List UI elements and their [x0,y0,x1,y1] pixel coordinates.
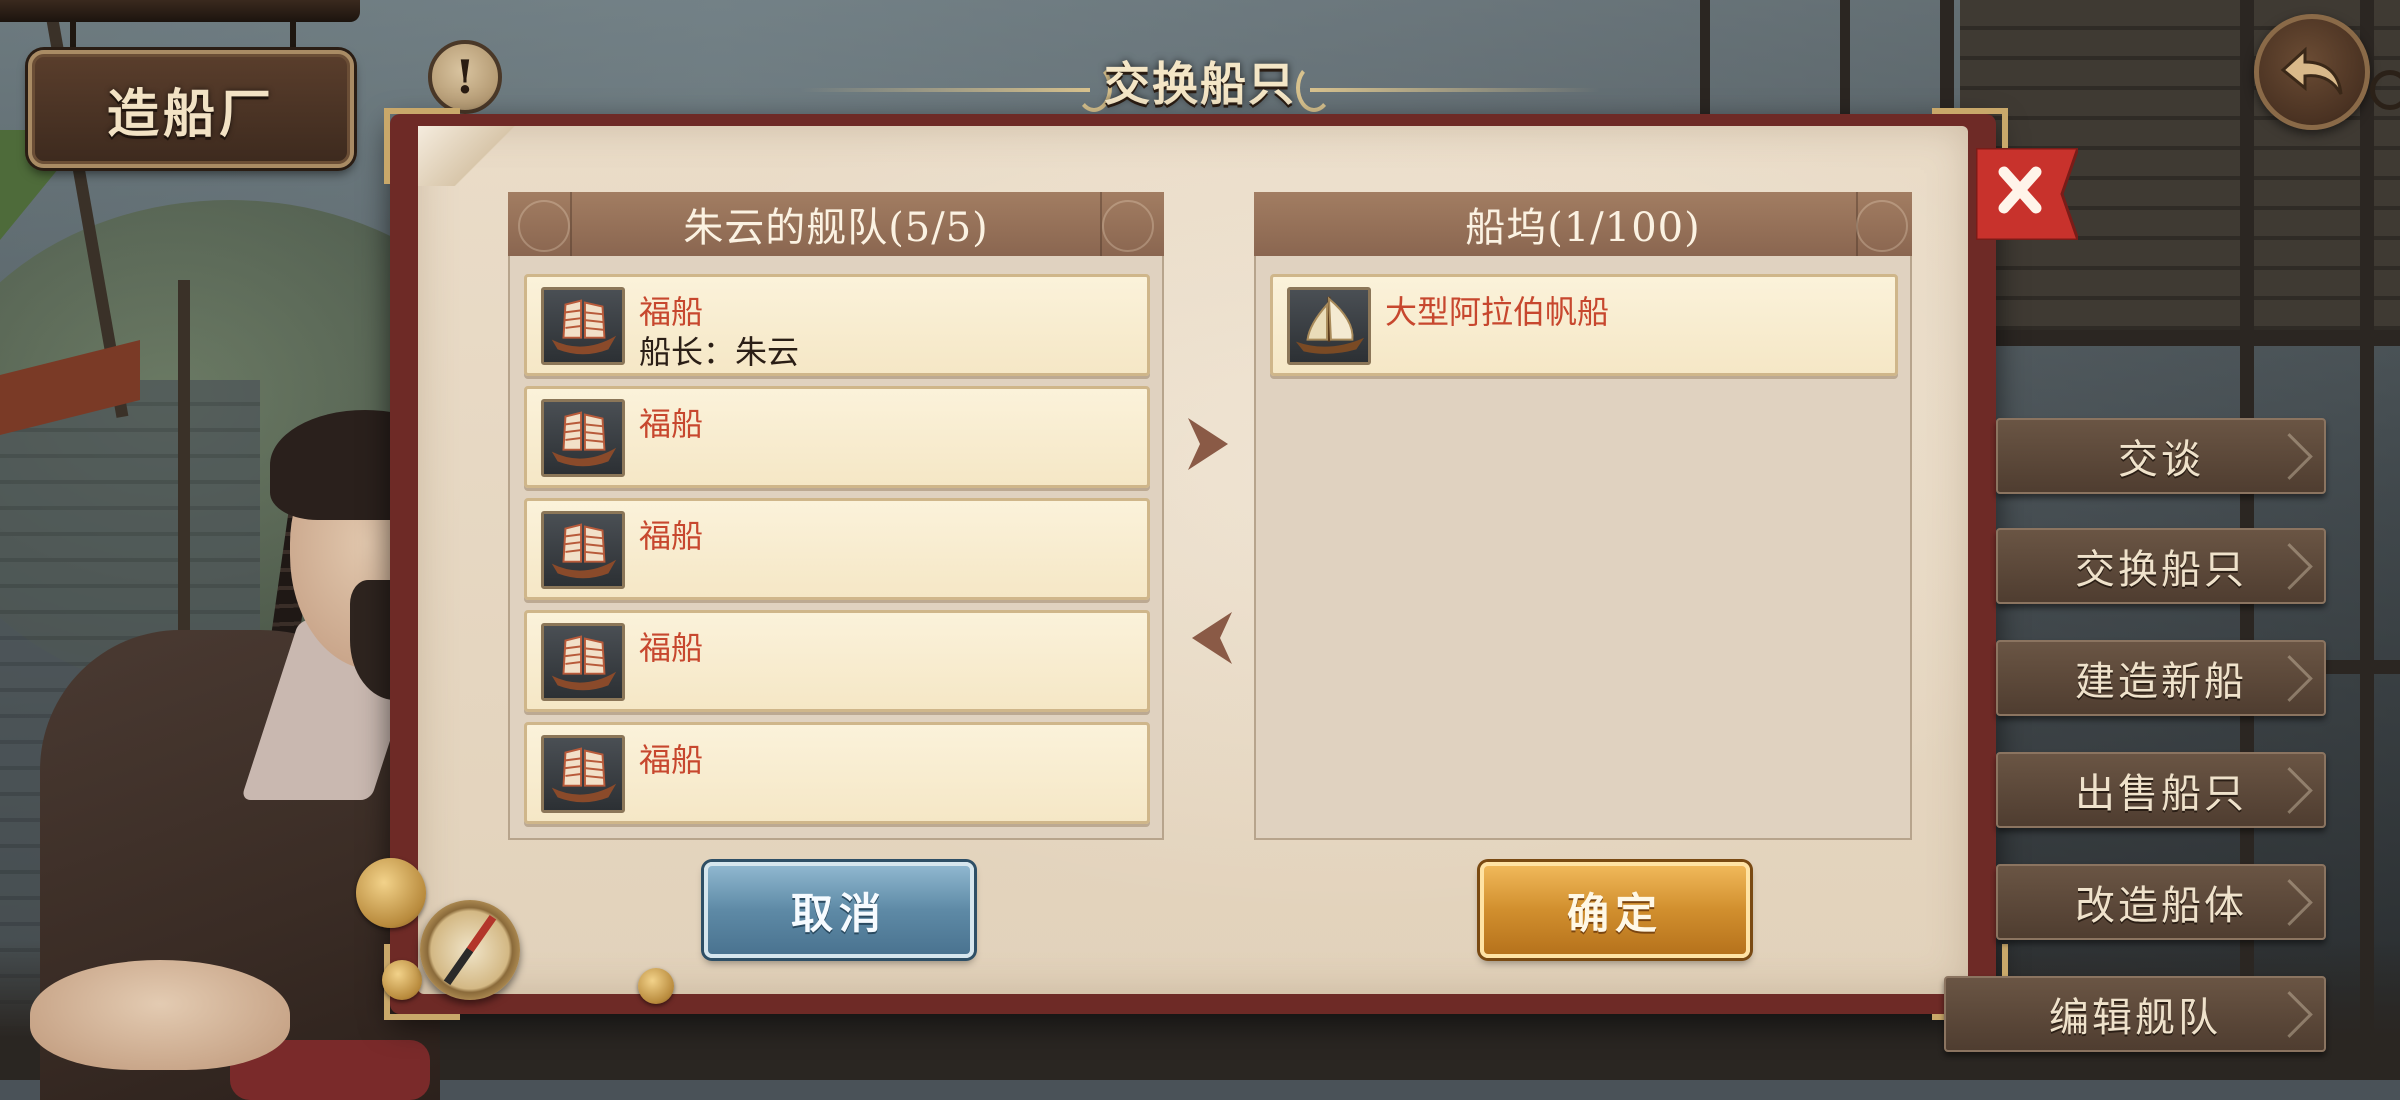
close-icon [1974,146,2081,242]
fleet-panel-title: 朱云的舰队(5/5) [683,205,989,251]
junk-ship-icon [541,511,625,589]
fleet-panel: 朱云的舰队(5/5) 福船 船长：朱云 福船 福船 福船 福船 [508,192,1164,840]
ship-name: 福船 [639,741,704,779]
back-button[interactable] [2254,14,2370,130]
info-button[interactable]: ! [428,40,502,114]
arrow-right-icon [1188,418,1228,470]
menu-refit-hull-button[interactable]: 改造船体 [1996,864,2326,940]
arrow-left-icon [1192,612,1232,664]
confirm-button[interactable]: 确定 [1480,862,1750,958]
return-arrow-icon [2280,46,2343,95]
fleet-ship-row[interactable]: 福船 [524,722,1150,824]
dhow-ship-icon [1287,287,1371,365]
sign-beam [0,0,360,22]
menu-exchange-ships-button[interactable]: 交换船只 [1996,528,2326,604]
fleet-ship-row[interactable]: 福船 [524,498,1150,600]
exclamation-icon: ! [454,50,476,104]
location-sign: 造船厂 [28,50,354,168]
fleet-ship-row[interactable]: 福船 船长：朱云 [524,274,1150,376]
junk-ship-icon [541,399,625,477]
junk-ship-icon [541,735,625,813]
menu-build-ship-button[interactable]: 建造新船 [1996,640,2326,716]
ship-captain: 船长：朱云 [639,333,800,371]
ship-name: 福船 [639,629,704,667]
junk-ship-icon [541,287,625,365]
fleet-ship-row[interactable]: 福船 [524,386,1150,488]
move-to-dock-button[interactable] [1180,404,1240,484]
menu-talk-button[interactable]: 交谈 [1996,418,2326,494]
ship-name: 大型阿拉伯帆船 [1385,293,1610,331]
dock-panel-title: 船坞(1/100) [1465,205,1701,251]
dialog-title: 交换船只 [1104,57,1296,111]
cancel-button[interactable]: 取消 [704,862,974,958]
ship-name: 福船 [639,405,704,443]
dock-ship-row[interactable]: 大型阿拉伯帆船 [1270,274,1898,376]
close-button[interactable] [1974,146,2081,242]
menu-edit-fleet-button[interactable]: 编辑舰队 [1944,976,2326,1052]
shipwright-character [20,400,460,1100]
menu-sell-ships-button[interactable]: 出售船只 [1996,752,2326,828]
dock-panel: 船坞(1/100) 大型阿拉伯帆船 [1254,192,1912,840]
junk-ship-icon [541,623,625,701]
fleet-ship-row[interactable]: 福船 [524,610,1150,712]
ship-name: 福船 [639,517,704,555]
move-to-fleet-button[interactable] [1180,598,1240,678]
